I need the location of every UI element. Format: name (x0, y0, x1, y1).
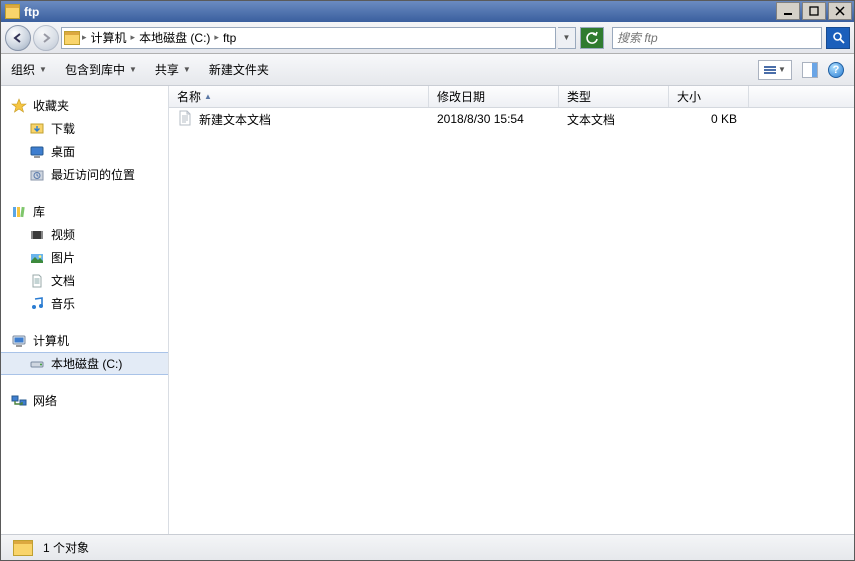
chevron-right-icon: ▸ (82, 32, 87, 43)
sidebar-item-label: 下载 (51, 120, 75, 137)
sidebar-item-videos[interactable]: 视频 (1, 223, 168, 246)
picture-icon (29, 250, 45, 266)
refresh-button[interactable] (580, 27, 604, 49)
folder-icon (5, 4, 20, 19)
file-list[interactable]: 新建文本文档 2018/8/30 15:54 文本文档 0 KB (169, 108, 854, 534)
video-icon (29, 227, 45, 243)
address-bar[interactable]: ▸ 计算机 ▸ 本地磁盘 (C:) ▸ ftp (61, 27, 556, 49)
search-button[interactable] (826, 27, 850, 49)
sidebar-item-label: 本地磁盘 (C:) (51, 355, 122, 372)
window-title: ftp (24, 5, 776, 19)
status-text: 1 个对象 (43, 539, 89, 556)
sidebar-item-label: 视频 (51, 226, 75, 243)
address-dropdown[interactable]: ▼ (558, 27, 576, 49)
file-date: 2018/8/30 15:54 (429, 112, 559, 126)
column-header-size[interactable]: 大小 (669, 86, 749, 107)
help-button[interactable]: ? (828, 62, 844, 78)
chevron-right-icon: ▸ (214, 32, 219, 43)
chevron-down-icon: ▼ (129, 65, 137, 74)
sidebar-item-pictures[interactable]: 图片 (1, 246, 168, 269)
sidebar-item-label: 音乐 (51, 295, 75, 312)
sidebar-item-recent[interactable]: 最近访问的位置 (1, 163, 168, 186)
computer-icon (11, 333, 27, 349)
sidebar-network-label: 网络 (33, 392, 57, 409)
command-bar: 组织▼ 包含到库中▼ 共享▼ 新建文件夹 ▼ ? (1, 54, 854, 86)
download-icon (29, 121, 45, 137)
sidebar-item-label: 图片 (51, 249, 75, 266)
drive-icon (29, 356, 45, 372)
folder-icon (13, 540, 33, 556)
share-menu[interactable]: 共享▼ (155, 61, 191, 78)
star-icon (11, 98, 27, 114)
column-headers: 名称▲ 修改日期 类型 大小 (169, 86, 854, 108)
search-box[interactable] (612, 27, 822, 49)
sidebar-computer-header[interactable]: 计算机 (1, 329, 168, 352)
sidebar-favorites-label: 收藏夹 (33, 97, 69, 114)
network-icon (11, 393, 27, 409)
sidebar-computer-label: 计算机 (33, 332, 69, 349)
breadcrumb-drive[interactable]: 本地磁盘 (C:) (137, 29, 212, 46)
column-header-name[interactable]: 名称▲ (169, 86, 429, 107)
sidebar-item-drive-c[interactable]: 本地磁盘 (C:) (1, 352, 168, 375)
sidebar-network-header[interactable]: 网络 (1, 389, 168, 412)
chevron-down-icon: ▼ (39, 65, 47, 74)
maximize-button[interactable] (802, 2, 826, 20)
column-header-date[interactable]: 修改日期 (429, 86, 559, 107)
address-bar-row: ▸ 计算机 ▸ 本地磁盘 (C:) ▸ ftp ▼ (1, 22, 854, 54)
search-input[interactable] (613, 31, 821, 45)
breadcrumb-computer[interactable]: 计算机 (89, 29, 129, 46)
sidebar-favorites-header[interactable]: 收藏夹 (1, 94, 168, 117)
sidebar-item-label: 桌面 (51, 143, 75, 160)
chevron-down-icon: ▼ (778, 65, 786, 74)
sidebar-item-desktop[interactable]: 桌面 (1, 140, 168, 163)
chevron-down-icon: ▼ (183, 65, 191, 74)
text-file-icon (177, 110, 193, 129)
close-button[interactable] (828, 2, 852, 20)
file-type: 文本文档 (559, 111, 669, 128)
column-header-type[interactable]: 类型 (559, 86, 669, 107)
preview-pane-button[interactable] (802, 62, 818, 78)
forward-button[interactable] (33, 25, 59, 51)
music-icon (29, 296, 45, 312)
sidebar-libraries-header[interactable]: 库 (1, 200, 168, 223)
sidebar-item-downloads[interactable]: 下载 (1, 117, 168, 140)
sidebar-item-music[interactable]: 音乐 (1, 292, 168, 315)
recent-places-icon (29, 167, 45, 183)
breadcrumb-folder[interactable]: ftp (221, 31, 238, 45)
file-size: 0 KB (669, 112, 749, 126)
library-icon (11, 204, 27, 220)
sidebar-item-label: 最近访问的位置 (51, 166, 135, 183)
minimize-button[interactable] (776, 2, 800, 20)
navigation-pane[interactable]: 收藏夹 下载 桌面 最近访问的位置 库 视频 (1, 86, 169, 534)
sidebar-item-documents[interactable]: 文档 (1, 269, 168, 292)
column-header-spacer (749, 86, 854, 107)
chevron-right-icon: ▸ (131, 32, 136, 43)
view-options-button[interactable]: ▼ (758, 60, 792, 80)
sidebar-item-label: 文档 (51, 272, 75, 289)
desktop-icon (29, 144, 45, 160)
sort-asc-icon: ▲ (204, 92, 212, 101)
file-name: 新建文本文档 (199, 111, 271, 128)
folder-icon (64, 31, 80, 45)
organize-menu[interactable]: 组织▼ (11, 61, 47, 78)
new-folder-button[interactable]: 新建文件夹 (209, 61, 269, 78)
main-area: 收藏夹 下载 桌面 最近访问的位置 库 视频 (1, 86, 854, 534)
status-bar: 1 个对象 (1, 534, 854, 560)
document-icon (29, 273, 45, 289)
back-button[interactable] (5, 25, 31, 51)
title-bar: ftp (1, 1, 854, 22)
sidebar-libraries-label: 库 (33, 203, 45, 220)
list-item[interactable]: 新建文本文档 2018/8/30 15:54 文本文档 0 KB (169, 108, 854, 130)
content-pane: 名称▲ 修改日期 类型 大小 新建文本文档 2018/8/30 15:54 文本… (169, 86, 854, 534)
list-icon (764, 65, 776, 75)
include-in-library-menu[interactable]: 包含到库中▼ (65, 61, 137, 78)
